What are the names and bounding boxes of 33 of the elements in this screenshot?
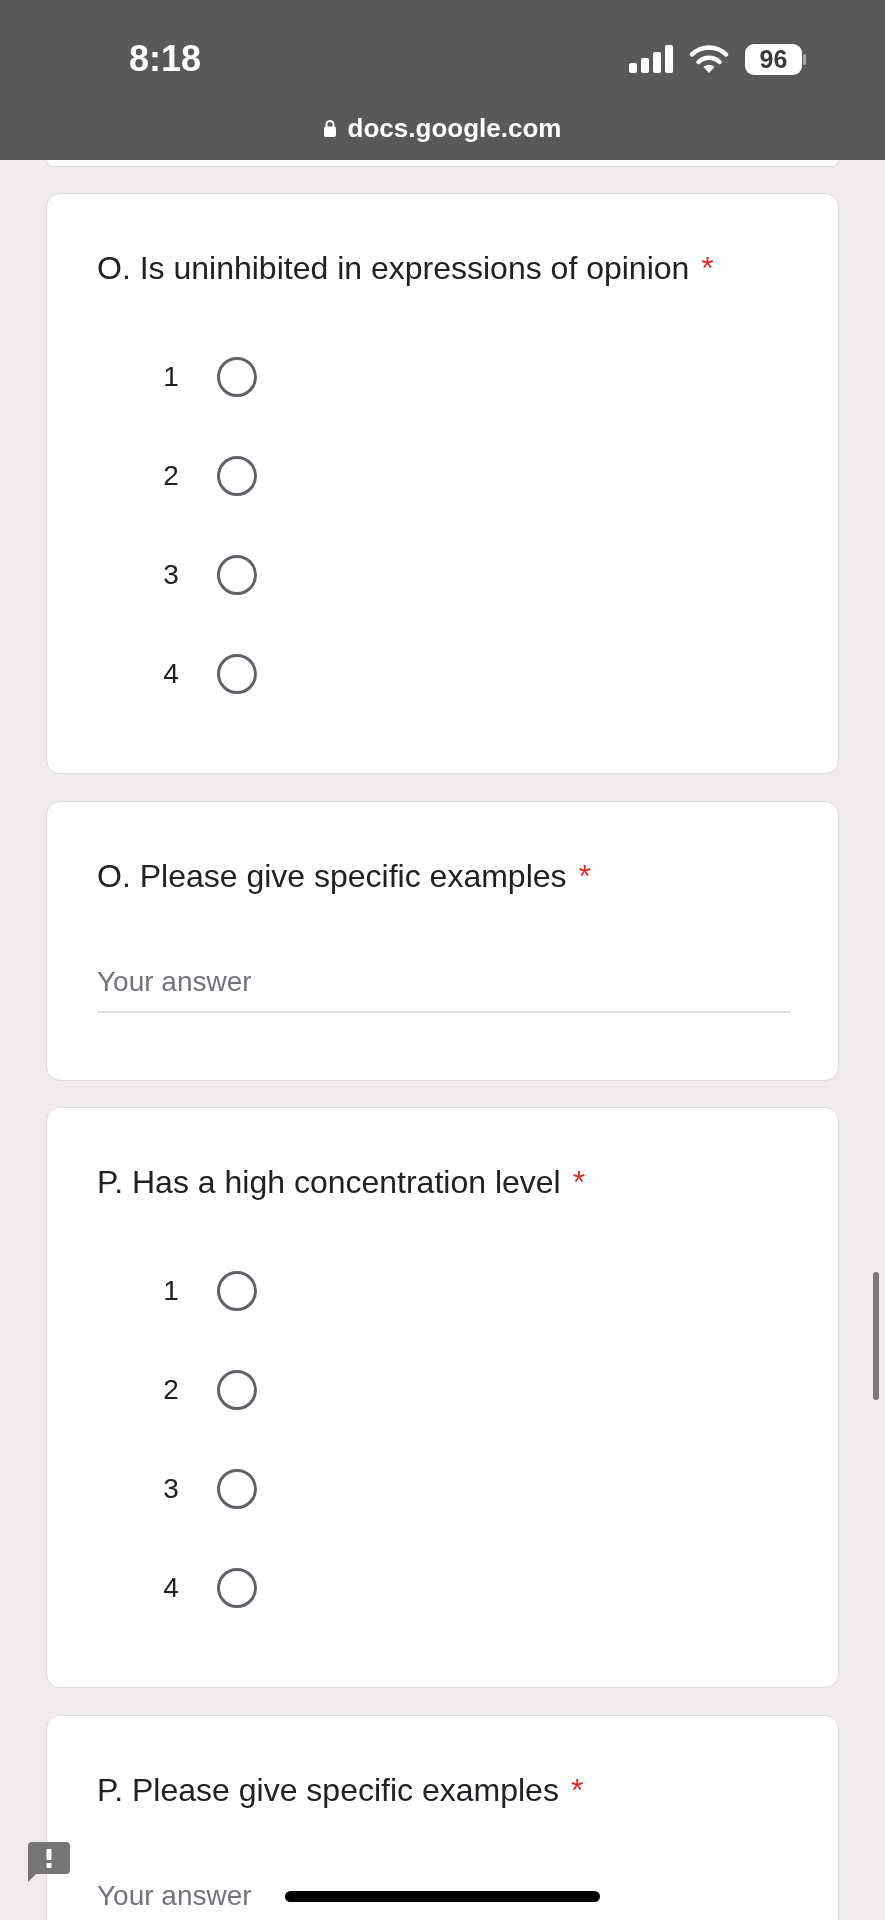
scale-label: 1 xyxy=(162,1274,180,1307)
radio-button[interactable] xyxy=(217,1270,257,1311)
radio-button[interactable] xyxy=(217,356,257,397)
question-title: O. Is uninhibited in expressions of opinion xyxy=(97,250,690,286)
radio-button[interactable] xyxy=(217,455,257,496)
battery-tip-icon xyxy=(803,53,806,65)
answer-field[interactable]: Your answer xyxy=(97,953,791,1013)
battery-indicator: 96 xyxy=(745,43,802,75)
question-title: P. Has a high concentration level xyxy=(97,1164,561,1200)
scale-label: 4 xyxy=(162,1571,180,1604)
required-asterisk: * xyxy=(572,1164,586,1200)
radio-button[interactable] xyxy=(217,653,257,694)
required-asterisk: * xyxy=(570,1772,584,1808)
question-title: O. Please give specific examples xyxy=(97,858,567,894)
signal-icon xyxy=(629,45,673,73)
question-title: P. Please give specific examples xyxy=(97,1772,559,1808)
scale-label: 1 xyxy=(162,360,180,393)
scale-label: 3 xyxy=(162,558,180,591)
radio-button[interactable] xyxy=(217,554,257,595)
scale-label: 2 xyxy=(162,1373,180,1406)
radio-button[interactable] xyxy=(217,1369,257,1410)
address-bar-url[interactable]: docs.google.com xyxy=(347,110,562,146)
wifi-icon xyxy=(689,45,729,73)
scale-label: 4 xyxy=(162,657,180,690)
radio-button[interactable] xyxy=(217,1567,257,1608)
required-asterisk: * xyxy=(578,858,591,894)
radio-button[interactable] xyxy=(217,1468,257,1509)
status-time: 8:18 xyxy=(129,41,202,77)
lock-icon xyxy=(323,119,336,137)
required-asterisk: * xyxy=(701,250,714,286)
scale-label: 2 xyxy=(162,459,180,492)
exclamation-bubble-icon[interactable] xyxy=(28,1842,70,1882)
scale-label: 3 xyxy=(162,1472,180,1505)
